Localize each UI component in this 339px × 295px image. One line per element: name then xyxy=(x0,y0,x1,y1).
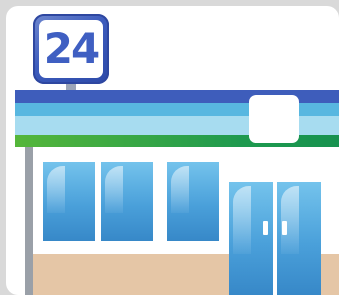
storefront-window xyxy=(43,162,95,241)
entrance-door xyxy=(229,182,321,295)
store-24-sign: 24 xyxy=(33,14,109,84)
door-panel-left xyxy=(229,182,273,295)
sign-24-text: 24 xyxy=(43,24,100,73)
door-handle xyxy=(263,221,268,235)
door-handle xyxy=(282,221,287,235)
storefront-window xyxy=(101,162,153,241)
storefront-window xyxy=(167,162,219,241)
door-panel-right xyxy=(277,182,321,295)
storefront-logo-panel xyxy=(249,95,299,143)
sign-face: 24 xyxy=(39,20,103,78)
